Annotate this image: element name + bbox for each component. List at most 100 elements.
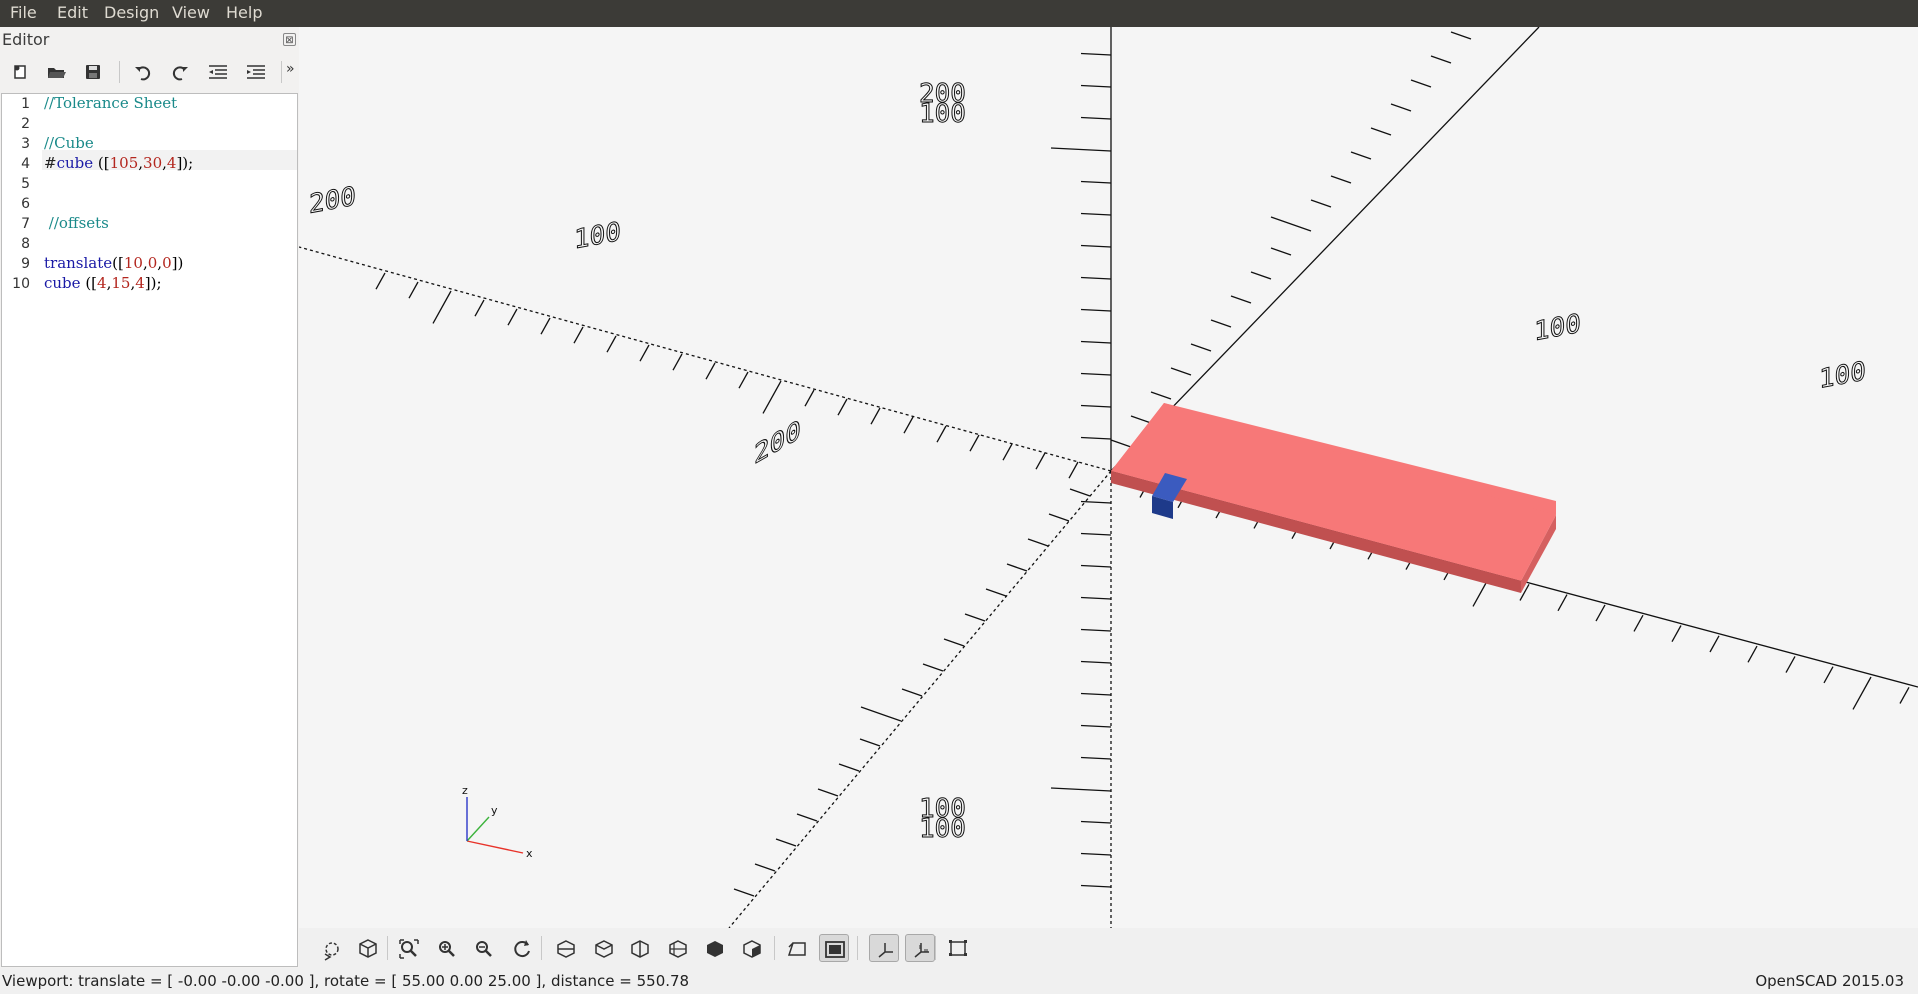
y-tick [964, 613, 986, 622]
orthogonal-icon[interactable] [819, 934, 849, 962]
z-tick [1080, 308, 1112, 312]
view-back-icon[interactable] [737, 934, 767, 962]
y-tick [1110, 439, 1132, 448]
menu-file[interactable]: File [10, 3, 37, 22]
scale-label: 100 [574, 217, 621, 255]
view-all-icon[interactable] [394, 934, 424, 962]
y-tick [1230, 295, 1252, 304]
line-number: 10 [12, 276, 30, 292]
z-tick [1080, 628, 1112, 632]
menu-help[interactable]: Help [226, 3, 262, 22]
view-bottom-icon[interactable] [625, 934, 655, 962]
more-icon[interactable]: » [286, 61, 298, 83]
open-file-icon[interactable] [44, 61, 68, 83]
editor-title: Editor [2, 30, 50, 49]
x-tick [870, 407, 881, 425]
x-tick [1747, 645, 1758, 663]
z-tick [1080, 180, 1112, 184]
y-tick [754, 863, 776, 872]
toolbar-separator [541, 936, 542, 960]
scale-label: 100 [1819, 357, 1866, 395]
view-right-icon[interactable] [551, 934, 581, 962]
gizmo-z-label: z [462, 784, 468, 797]
y-tick [796, 813, 818, 822]
z-tick [1080, 596, 1112, 600]
x-tick [1785, 656, 1796, 673]
y-tick [1430, 55, 1452, 64]
y-tick [1410, 79, 1432, 88]
gizmo-y-label: y [491, 804, 498, 817]
redo-icon[interactable] [168, 61, 192, 83]
y-tick [1170, 367, 1192, 376]
y-tick [1390, 103, 1412, 112]
line-number: 2 [21, 116, 30, 132]
x-tick [606, 335, 617, 353]
unindent-icon[interactable] [206, 61, 230, 83]
show-axes-icon[interactable] [869, 934, 899, 962]
x-tick [1823, 666, 1834, 684]
z-tick [1080, 564, 1112, 568]
x-tick [375, 272, 386, 290]
x-tick [474, 299, 485, 317]
y-tick [775, 838, 797, 847]
show-edges-icon[interactable] [943, 934, 973, 962]
z-tick [1080, 500, 1112, 504]
y-tick [860, 706, 902, 722]
preview-icon[interactable] [317, 934, 347, 962]
y-axis-positive [1110, 26, 1540, 472]
editor-close-button[interactable]: ⊠ [283, 33, 296, 46]
y-tick [1370, 127, 1392, 136]
code-line[interactable]: translate([10,0,0]) [44, 254, 183, 272]
app-version: OpenSCAD 2015.03 [1755, 972, 1904, 990]
y-tick [1150, 391, 1172, 400]
code-line[interactable]: //Cube [44, 134, 94, 152]
y-tick [1130, 415, 1152, 424]
y-tick [1210, 319, 1232, 328]
z-tick [1080, 436, 1112, 440]
show-scale-markers-icon[interactable] [905, 934, 935, 962]
axis-gizmo: x y z [462, 784, 533, 860]
y-tick [1006, 563, 1028, 572]
x-tick [1557, 594, 1568, 612]
perspective-icon[interactable] [782, 934, 812, 962]
z-tick [1080, 884, 1112, 888]
zoom-out-icon[interactable] [469, 934, 499, 962]
y-tick [1190, 343, 1212, 352]
y-tick [1048, 513, 1070, 522]
zoom-in-icon[interactable] [432, 934, 462, 962]
x-tick [1633, 614, 1644, 632]
menu-design[interactable]: Design [104, 3, 159, 22]
code-editor[interactable]: 1 2 3 4 5 6 7 8 9 10 //Tolerance Sheet /… [1, 93, 298, 967]
code-line[interactable]: cube ([4,15,4]); [44, 274, 162, 292]
render-icon[interactable] [353, 934, 383, 962]
z-tick [1080, 692, 1112, 696]
x-tick [540, 317, 551, 335]
new-file-icon[interactable] [8, 61, 32, 83]
reset-view-icon[interactable] [507, 934, 537, 962]
view-top-icon[interactable] [589, 934, 619, 962]
undo-icon[interactable] [131, 61, 155, 83]
3d-viewport[interactable]: 200100100100200100200200100100 x y z [298, 26, 1918, 929]
line-number: 1 [21, 96, 30, 112]
line-number: 8 [21, 236, 30, 252]
viewport-canvas: 200100100100200100200200100100 x y z [298, 26, 1918, 929]
menu-view[interactable]: View [172, 3, 210, 22]
code-line[interactable]: //offsets [44, 214, 109, 232]
view-toolbar [299, 928, 1918, 968]
menu-edit[interactable]: Edit [57, 3, 88, 22]
z-tick [1080, 852, 1112, 856]
view-front-icon[interactable] [700, 934, 730, 962]
x-tick [1035, 452, 1046, 470]
x-tick [705, 362, 716, 380]
indent-icon[interactable] [244, 61, 268, 83]
scale-label: 200 [309, 182, 356, 220]
view-left-icon[interactable] [663, 934, 693, 962]
save-icon[interactable] [81, 61, 105, 83]
toolbar-separator [774, 936, 775, 960]
code-line[interactable]: #cube ([105,30,4]); [44, 154, 193, 172]
code-line[interactable]: //Tolerance Sheet [44, 94, 177, 112]
scale-label: 100 [1534, 309, 1581, 347]
z-tick [1080, 52, 1112, 56]
z-tick [1080, 116, 1112, 120]
gizmo-x-label: x [526, 847, 533, 860]
